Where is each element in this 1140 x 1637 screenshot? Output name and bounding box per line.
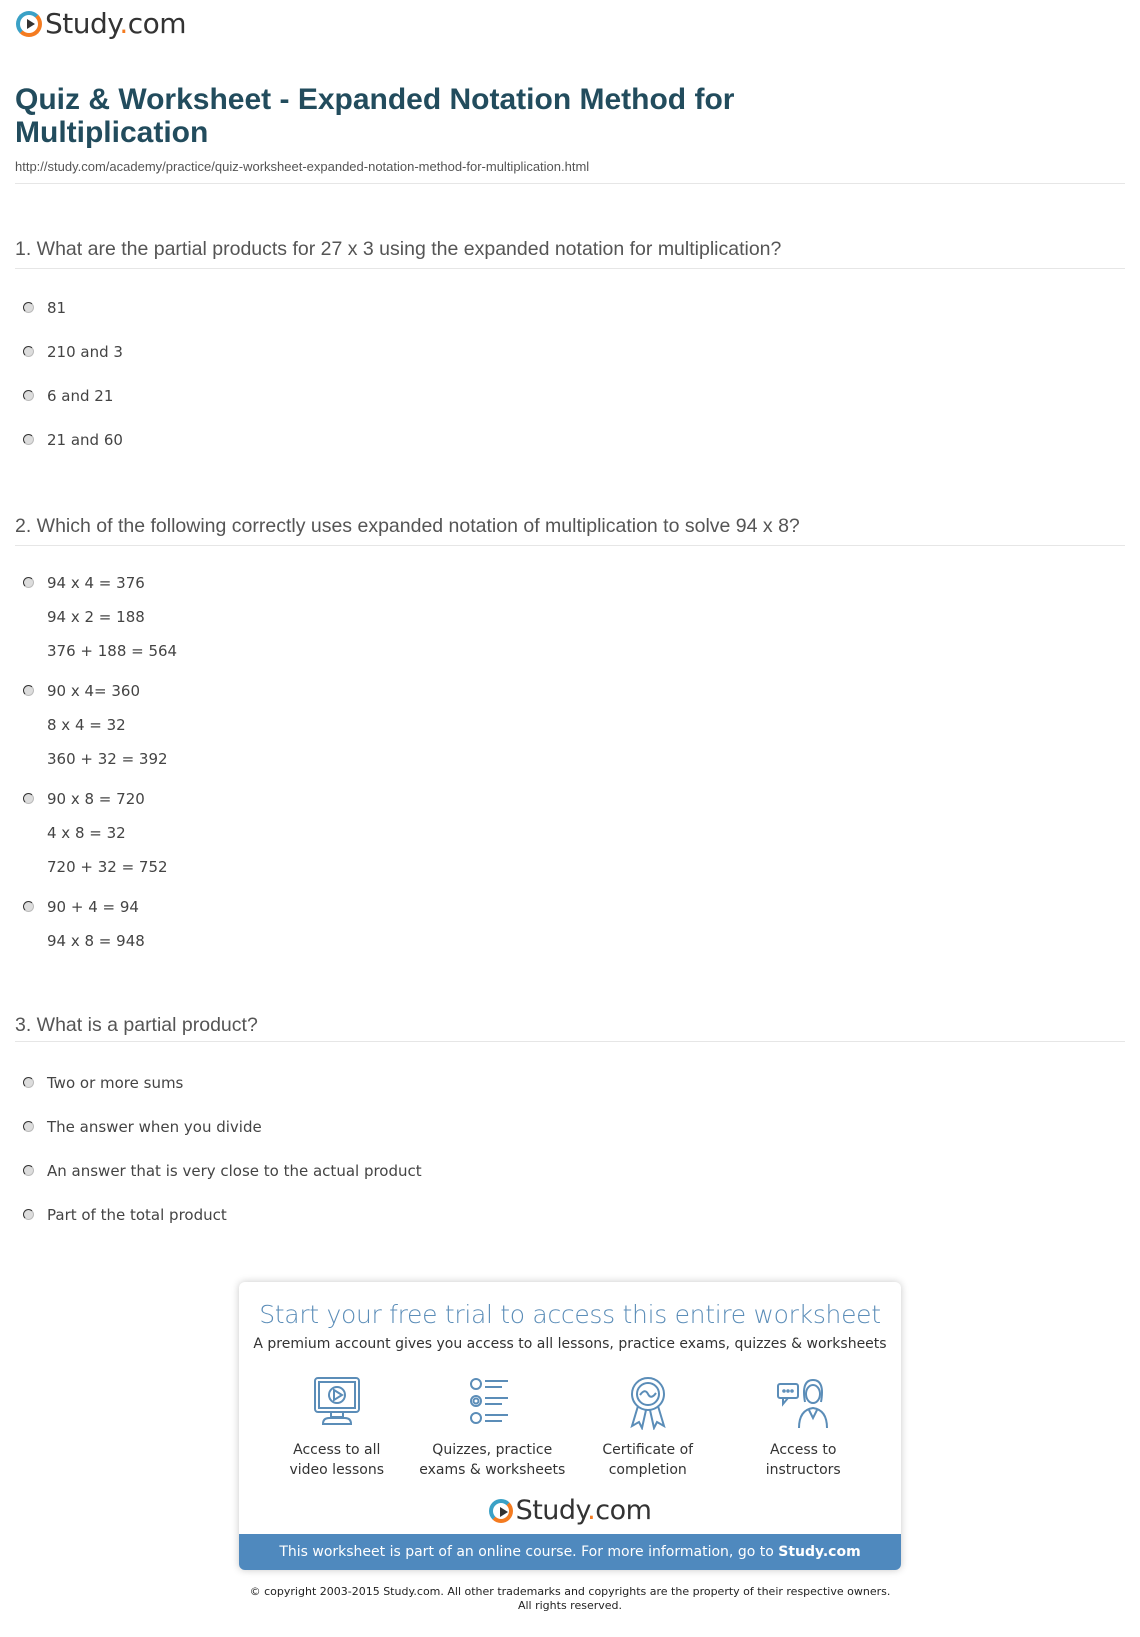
feature-label-line2: video lessons [289,1462,384,1478]
answer-text: 376 + 188 = 564 [47,642,178,660]
radio-button[interactable] [23,1121,34,1132]
radio-button[interactable] [23,901,34,912]
answer-text: 210 and 3 [47,343,123,361]
answer-text: 21 and 60 [47,431,123,449]
logo-tld: com [127,7,187,40]
promo-study-logo[interactable]: Study.com [239,1497,901,1524]
promo-subheadline: A premium account gives you access to al… [253,1336,887,1352]
answer-text: 81 [47,299,67,317]
copyright-line-1: © copyright 2003-2015 Study.com. All oth… [249,1585,891,1598]
logo-dot: . [119,7,128,40]
q3-answer-d[interactable]: Part of the total product [23,1205,227,1239]
header-divider [15,183,1125,184]
q1-answer-b[interactable]: 210 and 3 [23,342,123,376]
q3-answer-c[interactable]: An answer that is very close to the actu… [23,1161,422,1195]
q2-answer-c[interactable]: 90 x 8 = 720 4 x 8 = 32 720 + 32 = 752 [23,789,168,891]
study-com-link[interactable]: Study.com [778,1544,860,1560]
feature-label-line1: Access to [770,1442,837,1458]
q3-answer-b[interactable]: The answer when you divide [23,1117,262,1151]
radio-button[interactable] [23,577,34,588]
answer-text: 94 x 2 = 188 [47,608,145,626]
feature-quizzes: Quizzes, practice exams & worksheets [417,1374,567,1480]
video-monitor-icon [313,1377,360,1425]
radio-button[interactable] [23,793,34,804]
answer-text: Part of the total product [47,1206,227,1224]
promo-bar-text: This worksheet is part of an online cour… [279,1544,779,1560]
q2-answer-b[interactable]: 90 x 4= 360 8 x 4 = 32 360 + 32 = 392 [23,681,168,783]
play-logo-icon [488,1498,513,1523]
answer-text: 360 + 32 = 392 [47,750,168,768]
question-3: 3. What is a partial product? [15,1014,258,1036]
quiz-list-icon [470,1378,509,1424]
answer-text: 90 x 8 = 720 [47,790,145,808]
feature-video-lessons: Access to all video lessons [262,1374,412,1480]
logo-name: Study [515,1495,588,1526]
copyright-line-2: All rights reserved. [517,1599,623,1612]
logo-wordmark: Study.com [45,7,187,40]
promo-headline[interactable]: Start your free trial to access this ent… [239,1300,901,1329]
radio-button[interactable] [23,346,34,357]
answer-text: 6 and 21 [47,387,114,405]
feature-label-line1: Quizzes, practice [432,1442,553,1458]
logo-wordmark: Study.com [516,1497,652,1524]
question-2: 2. Which of the following correctly uses… [15,515,800,537]
q2-answer-a[interactable]: 94 x 4 = 376 94 x 2 = 188 376 + 188 = 56… [23,573,177,675]
radio-button[interactable] [23,1077,34,1088]
answer-text: Two or more sums [47,1074,184,1092]
answer-text: 90 x 4= 360 [47,682,141,700]
q1-answer-a[interactable]: 81 [23,298,66,332]
feature-label-line1: Certificate of [602,1442,694,1458]
answer-text: 90 + 4 = 94 [47,898,139,916]
q3-answer-a[interactable]: Two or more sums [23,1073,183,1107]
feature-instructors: Access to instructors [728,1374,878,1480]
q2-answer-d[interactable]: 90 + 4 = 94 94 x 8 = 948 [23,897,145,965]
instructor-chat-icon [777,1378,829,1429]
study-logo[interactable]: Study.com [16,7,187,40]
promo-info-bar: This worksheet is part of an online cour… [239,1534,901,1570]
radio-button[interactable] [23,434,34,445]
feature-label-line2: completion [608,1462,687,1478]
feature-label-line2: instructors [765,1462,841,1478]
logo-tld: com [595,1495,652,1526]
radio-button[interactable] [23,1165,34,1176]
question-1: 1. What are the partial products for 27 … [15,238,782,260]
play-logo-icon [16,11,42,37]
answer-text: The answer when you divide [47,1118,262,1136]
answer-text: 720 + 32 = 752 [47,858,168,876]
free-trial-promo: Start your free trial to access this ent… [239,1282,901,1570]
radio-button[interactable] [23,302,34,313]
certificate-ribbon-icon [630,1377,666,1430]
page-title: Quiz & Worksheet - Expanded Notation Met… [15,83,735,149]
feature-label-line2: exams & worksheets [419,1462,566,1478]
answer-text: 94 x 8 = 948 [47,932,145,950]
copyright-notice: © copyright 2003-2015 Study.com. All oth… [0,1585,1140,1613]
answer-text: 8 x 4 = 32 [47,716,126,734]
q1-answer-d[interactable]: 21 and 60 [23,430,123,464]
answer-text: 4 x 8 = 32 [47,824,126,842]
radio-button[interactable] [23,1209,34,1220]
question-3-divider [15,1041,1125,1042]
logo-name: Study [45,7,120,40]
question-2-divider [15,545,1125,546]
answer-text: An answer that is very close to the actu… [47,1162,422,1180]
feature-certificate: Certificate of completion [573,1374,723,1480]
page-url[interactable]: http://study.com/academy/practice/quiz-w… [15,159,589,174]
radio-button[interactable] [23,685,34,696]
feature-list: Access to all video lessons Quizzes, prac… [259,1374,881,1480]
radio-button[interactable] [23,390,34,401]
q1-answer-c[interactable]: 6 and 21 [23,386,113,420]
answer-text: 94 x 4 = 376 [47,574,145,592]
question-1-divider [15,268,1125,269]
feature-label-line1: Access to all [293,1442,381,1458]
